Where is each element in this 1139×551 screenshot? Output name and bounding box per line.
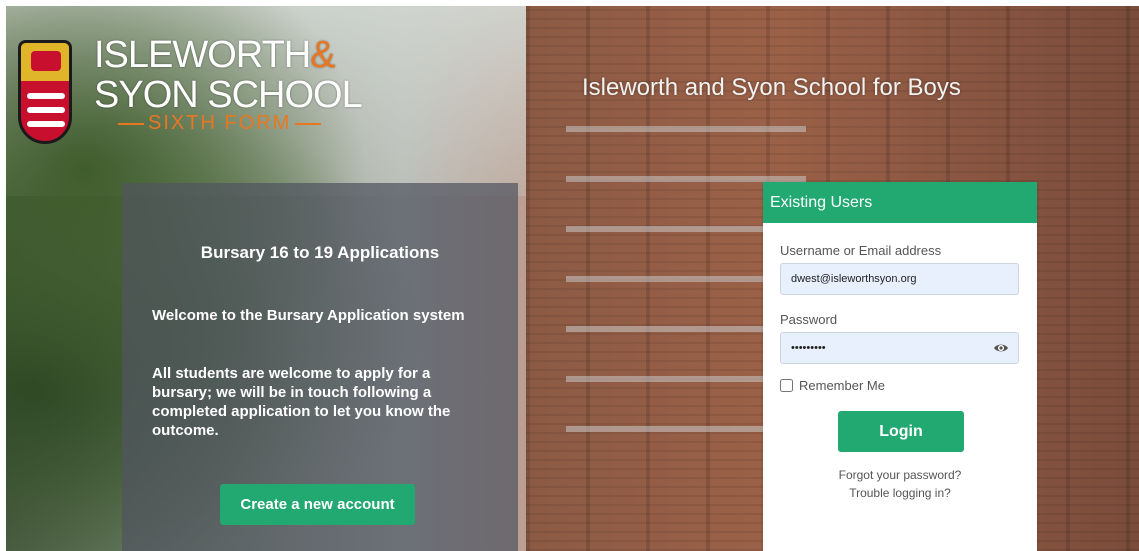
login-button[interactable]: Login [838,411,964,452]
school-crest-icon [18,40,72,144]
login-card-header: Existing Users [763,182,1037,223]
logo-line1: ISLEWORTH& [94,34,336,76]
forgot-password-link[interactable]: Forgot your password? [763,468,1037,482]
school-tagline: Isleworth and Syon School for Boys [582,74,961,101]
eye-icon[interactable] [993,340,1009,356]
welcome-text: Welcome to the Bursary Application syste… [152,307,465,324]
login-card: Existing Users Username or Email address… [763,182,1037,551]
username-label: Username or Email address [780,243,942,258]
info-body-text: All students are welcome to apply for a … [152,365,451,439]
info-title: Bursary 16 to 19 Applications [200,243,440,262]
logo-line2: SYON SCHOOL [94,74,363,116]
trouble-logging-in-link[interactable]: Trouble logging in? [763,486,1037,500]
remember-me-label: Remember Me [799,378,885,393]
remember-me-checkbox[interactable] [780,379,793,392]
remember-me[interactable]: Remember Me [780,378,885,393]
create-account-button[interactable]: Create a new account [220,484,415,525]
logo-subline: SIXTH FORM [114,112,325,135]
info-panel: Bursary 16 to 19 Applications Welcome to… [122,183,518,551]
password-label: Password [780,312,838,327]
password-input[interactable] [780,332,1019,364]
username-input[interactable] [780,263,1019,295]
